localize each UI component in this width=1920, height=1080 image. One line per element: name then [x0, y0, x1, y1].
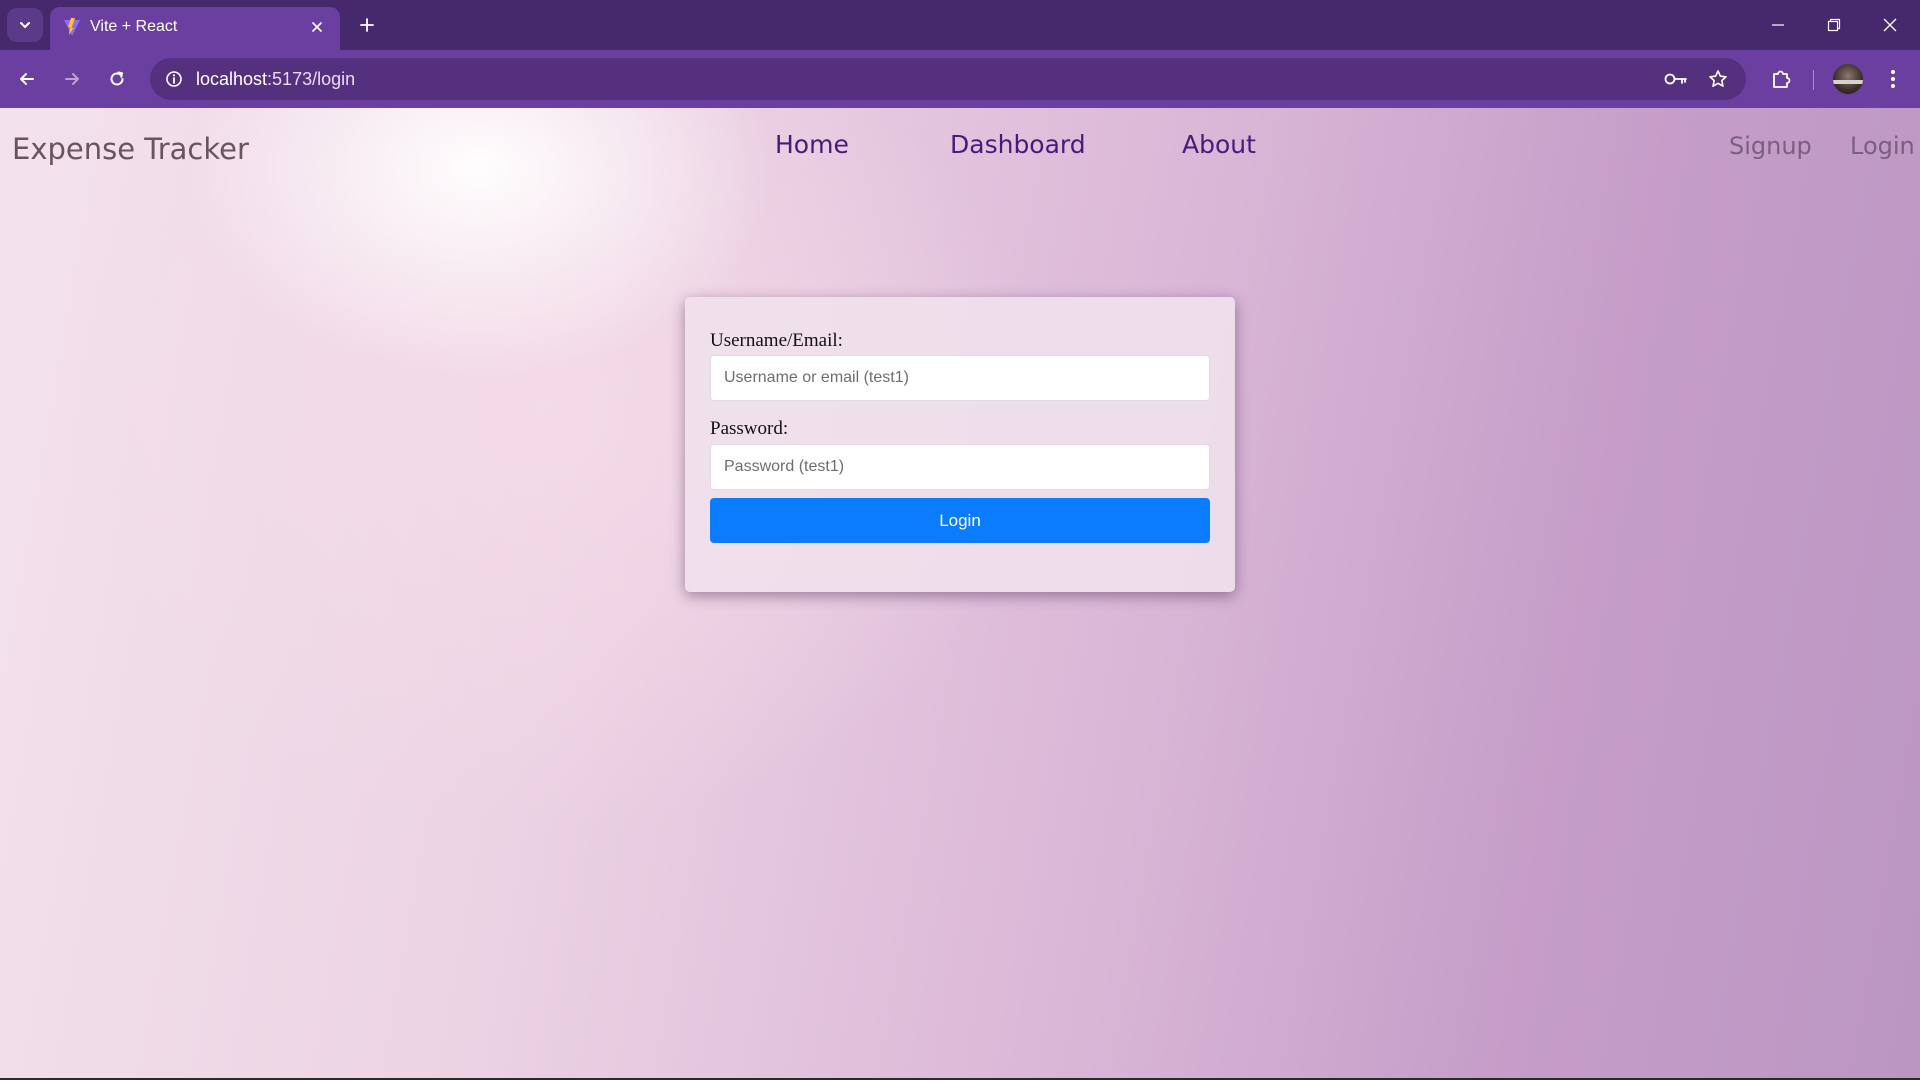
password-label: Password: [710, 418, 789, 439]
page-viewport: Expense Tracker Home Dashboard About Sig… [0, 108, 1920, 1078]
star-icon [1709, 70, 1727, 87]
nav-link-dashboard[interactable]: Dashboard [950, 130, 1086, 159]
address-bar[interactable]: localhost:5173/login [150, 58, 1746, 100]
password-input[interactable] [710, 444, 1210, 490]
extensions-button[interactable] [1764, 62, 1798, 96]
more-vertical-icon [1891, 70, 1895, 88]
url-host: localhost [196, 69, 268, 89]
close-icon [1883, 18, 1897, 32]
nav-link-home[interactable]: Home [775, 130, 849, 159]
login-submit-button[interactable]: Login [710, 498, 1210, 543]
tab-search-button[interactable] [7, 8, 43, 42]
close-icon [312, 22, 322, 32]
site-info-button[interactable] [162, 67, 186, 91]
browser-tab-bar: Vite + React [0, 0, 1920, 50]
brand-title[interactable]: Expense Tracker [12, 132, 249, 166]
url-path: :5173/login [267, 69, 356, 89]
close-window-button[interactable] [1870, 8, 1910, 42]
browser-toolbar: localhost:5173/login [0, 50, 1920, 108]
login-link[interactable]: Login [1850, 132, 1915, 160]
bookmark-button[interactable] [1705, 67, 1731, 91]
signup-link[interactable]: Signup [1729, 132, 1812, 160]
login-card: Username/Email: Password: Login [685, 297, 1235, 592]
new-tab-button[interactable] [352, 10, 382, 40]
browser-menu-button[interactable] [1876, 62, 1910, 96]
back-button[interactable] [10, 62, 44, 96]
info-icon [166, 71, 182, 87]
toolbar-divider [1813, 70, 1814, 90]
vite-logo-icon [64, 18, 80, 36]
arrow-right-icon [65, 73, 79, 85]
minimize-icon [1772, 24, 1784, 26]
username-label: Username/Email: [710, 330, 843, 351]
tab-close-button[interactable] [306, 16, 328, 38]
url-text: localhost:5173/login [196, 69, 355, 90]
tab-title: Vite + React [90, 18, 178, 35]
arrow-left-icon [20, 73, 34, 85]
minimize-button[interactable] [1758, 8, 1798, 42]
browser-tab[interactable]: Vite + React [50, 7, 340, 50]
password-key-button[interactable] [1663, 67, 1689, 91]
chevron-down-icon [20, 22, 30, 29]
restore-icon [1827, 18, 1841, 32]
profile-avatar[interactable] [1833, 64, 1863, 94]
forward-button[interactable] [55, 62, 89, 96]
puzzle-icon [1773, 70, 1791, 88]
key-icon [1664, 73, 1687, 85]
reload-button[interactable] [100, 62, 134, 96]
plus-icon [360, 18, 374, 32]
restore-button[interactable] [1814, 8, 1854, 42]
nav-link-about[interactable]: About [1182, 130, 1256, 159]
username-input[interactable] [710, 355, 1210, 401]
reload-icon [110, 71, 124, 86]
